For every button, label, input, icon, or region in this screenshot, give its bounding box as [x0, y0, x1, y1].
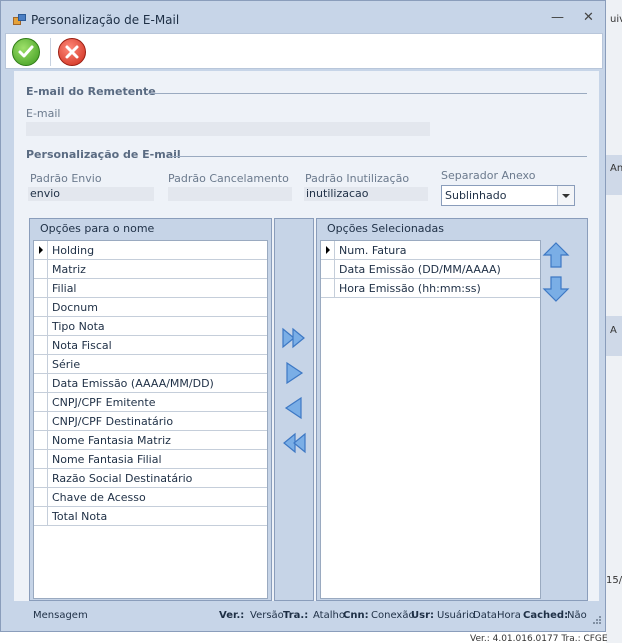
- list-item[interactable]: Razão Social Destinatário: [34, 469, 267, 488]
- section-divider: [170, 156, 587, 157]
- email-field[interactable]: [26, 122, 430, 136]
- move-right-button[interactable]: [280, 360, 308, 386]
- inutilizacao-label: Padrão Inutilização: [305, 172, 410, 185]
- arrow-up-icon: [542, 242, 570, 268]
- list-item[interactable]: Série: [34, 355, 267, 374]
- move-up-button[interactable]: [541, 240, 571, 270]
- row-selector-icon: [34, 241, 48, 259]
- status-tra-value: Atalho: [313, 610, 345, 621]
- attachment-separator-select[interactable]: Sublinhado: [441, 185, 575, 206]
- status-ver-value: Versão: [250, 610, 284, 621]
- background-text: A: [610, 325, 617, 336]
- arrow-left-icon: [284, 396, 302, 420]
- list-item[interactable]: Docnum: [34, 298, 267, 317]
- options-panel-title: Opções para o nome: [30, 219, 271, 238]
- background-window-edge: uiv An A 15/0: [606, 0, 622, 643]
- selected-panel-title: Opções Selecionadas: [317, 219, 587, 238]
- arrow-right-icon: [286, 361, 304, 385]
- title-bar[interactable]: Personalização de E-Mail — ✕: [1, 1, 605, 31]
- status-usr-label: Usr:: [411, 610, 435, 621]
- list-item[interactable]: CNPJ/CPF Destinatário: [34, 412, 267, 431]
- list-item[interactable]: Matriz: [34, 260, 267, 279]
- move-down-button[interactable]: [541, 274, 571, 304]
- list-item[interactable]: Num. Fatura: [321, 241, 540, 260]
- inutilizacao-field[interactable]: inutilizacao: [304, 187, 428, 201]
- options-panel: Opções para o nome Holding Matriz Filial…: [29, 218, 272, 601]
- attachment-separator-value: Sublinhado: [445, 189, 507, 202]
- move-left-button[interactable]: [280, 395, 308, 421]
- transfer-buttons-panel: [274, 218, 314, 601]
- background-highlight: [606, 316, 622, 356]
- check-icon: [18, 45, 34, 58]
- list-item[interactable]: Hora Emissão (hh:mm:ss): [321, 279, 540, 298]
- row-selector-icon: [321, 241, 335, 259]
- sender-section-title: E-mail do Remetente: [26, 85, 156, 98]
- status-cached-value: Não: [567, 610, 587, 621]
- list-item[interactable]: Filial: [34, 279, 267, 298]
- background-text: An: [610, 163, 622, 174]
- status-date: Data: [473, 610, 497, 621]
- list-item[interactable]: Tipo Nota: [34, 317, 267, 336]
- cancel-icon: [65, 45, 79, 59]
- double-arrow-left-icon: [283, 432, 306, 454]
- cancel-pattern-label: Padrão Cancelamento: [168, 172, 289, 185]
- app-icon: [13, 14, 26, 25]
- status-bar: Mensagem Ver.: Versão Tra.: Atalho Cnn: …: [5, 604, 603, 628]
- double-arrow-right-icon: [282, 327, 305, 349]
- window-title: Personalização de E-Mail: [31, 13, 180, 27]
- status-ver-label: Ver.:: [219, 610, 245, 621]
- envio-label: Padrão Envio: [30, 172, 102, 185]
- chevron-down-icon[interactable]: [557, 186, 574, 205]
- status-cnn-value: Conexão: [371, 610, 415, 621]
- resize-grip-icon[interactable]: [593, 616, 601, 624]
- attachment-separator-label: Separador Anexo: [441, 169, 536, 182]
- move-all-right-button[interactable]: [280, 325, 308, 351]
- confirm-button[interactable]: [12, 38, 40, 66]
- list-item[interactable]: Holding: [34, 241, 267, 260]
- background-text: 15/0: [606, 575, 622, 586]
- status-message: Mensagem: [33, 610, 88, 621]
- list-item[interactable]: Data Emissão (AAAA/MM/DD): [34, 374, 267, 393]
- personalization-section-title: Personalização de E-mail: [26, 148, 181, 161]
- list-item[interactable]: Nome Fantasia Matriz: [34, 431, 267, 450]
- cancel-button[interactable]: [58, 38, 86, 66]
- status-cached-label: Cached:: [523, 610, 569, 621]
- list-item[interactable]: CNPJ/CPF Emitente: [34, 393, 267, 412]
- minimize-button[interactable]: —: [551, 11, 564, 25]
- background-highlight: [606, 155, 622, 195]
- status-hour: Hora: [497, 610, 521, 621]
- email-label: E-mail: [26, 107, 61, 120]
- background-text: uiv: [610, 14, 622, 25]
- toolbar-separator: [50, 38, 51, 66]
- list-item[interactable]: Nome Fantasia Filial: [34, 450, 267, 469]
- list-item[interactable]: Nota Fiscal: [34, 336, 267, 355]
- main-panel: E-mail do Remetente E-mail Personalizaçã…: [14, 71, 599, 601]
- status-tra-label: Tra.:: [283, 610, 309, 621]
- status-usr-value: Usuário: [437, 610, 476, 621]
- selected-list[interactable]: Num. Fatura Data Emissão (DD/MM/AAAA) Ho…: [320, 240, 541, 599]
- move-all-left-button[interactable]: [280, 430, 308, 456]
- section-divider: [148, 93, 587, 94]
- toolbar: [5, 33, 603, 69]
- arrow-down-icon: [542, 276, 570, 302]
- close-button[interactable]: ✕: [583, 11, 594, 25]
- list-item[interactable]: Chave de Acesso: [34, 488, 267, 507]
- options-list[interactable]: Holding Matriz Filial Docnum Tipo Nota N…: [33, 240, 268, 599]
- envio-field[interactable]: envio: [28, 187, 154, 201]
- cancel-pattern-field[interactable]: [168, 187, 292, 201]
- list-item[interactable]: Data Emissão (DD/MM/AAAA): [321, 260, 540, 279]
- email-personalization-window: Personalização de E-Mail — ✕ E-mail do R…: [0, 0, 606, 632]
- status-cnn-label: Cnn:: [343, 610, 369, 621]
- list-item[interactable]: Total Nota: [34, 507, 267, 526]
